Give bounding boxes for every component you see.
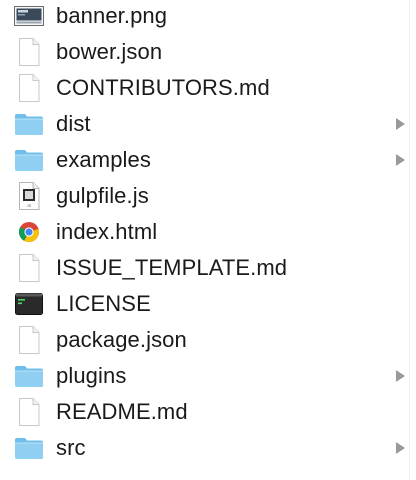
file-name: index.html (56, 219, 158, 244)
file-name: gulpfile.js (56, 183, 149, 208)
disclosure-triangle-icon[interactable] (394, 117, 406, 131)
file-row[interactable]: JS gulpfile.js (0, 178, 416, 214)
disclosure-triangle-icon[interactable] (394, 153, 406, 167)
file-name: plugins (56, 363, 127, 388)
file-row[interactable]: LICENSE (0, 286, 416, 322)
document-icon (14, 397, 44, 427)
file-row[interactable]: index.html (0, 214, 416, 250)
file-name: LICENSE (56, 291, 151, 316)
file-row[interactable]: bower.json (0, 34, 416, 70)
file-row[interactable]: examples (0, 142, 416, 178)
folder-icon (14, 109, 44, 139)
file-name: src (56, 435, 86, 460)
file-row[interactable]: src (0, 430, 416, 466)
image-thumbnail-icon (14, 1, 44, 31)
js-file-icon: JS (14, 181, 44, 211)
file-row[interactable]: banner.png (0, 0, 416, 34)
file-row[interactable]: plugins (0, 358, 416, 394)
file-row[interactable]: CONTRIBUTORS.md (0, 70, 416, 106)
file-name: dist (56, 111, 91, 136)
document-icon (14, 73, 44, 103)
document-icon (14, 325, 44, 355)
file-row[interactable]: README.md (0, 394, 416, 430)
file-row[interactable]: package.json (0, 322, 416, 358)
finder-file-list: banner.png bower.json CONTRIBUTORS.md di… (0, 0, 416, 466)
svg-text:JS: JS (27, 203, 32, 208)
document-icon (14, 37, 44, 67)
file-name: README.md (56, 399, 188, 424)
chrome-html-icon (14, 217, 44, 247)
file-name: banner.png (56, 3, 168, 28)
file-name: examples (56, 147, 151, 172)
file-name: package.json (56, 327, 187, 352)
folder-icon (14, 145, 44, 175)
file-row[interactable]: ISSUE_TEMPLATE.md (0, 250, 416, 286)
file-name: ISSUE_TEMPLATE.md (56, 255, 288, 280)
document-icon (14, 253, 44, 283)
file-row[interactable]: dist (0, 106, 416, 142)
scroll-edge (409, 0, 416, 480)
terminal-icon (14, 289, 44, 319)
disclosure-triangle-icon[interactable] (394, 441, 406, 455)
disclosure-triangle-icon[interactable] (394, 369, 406, 383)
folder-icon (14, 433, 44, 463)
file-name: bower.json (56, 39, 163, 64)
folder-icon (14, 361, 44, 391)
file-name: CONTRIBUTORS.md (56, 75, 270, 100)
